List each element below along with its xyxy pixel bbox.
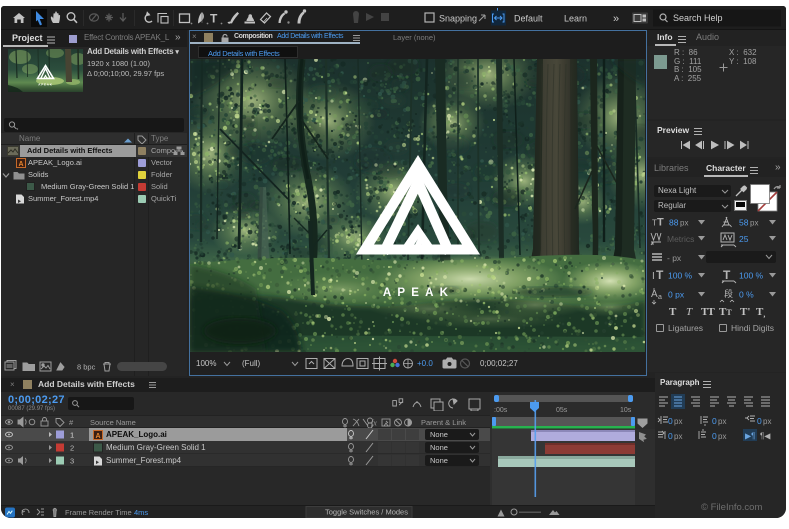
svg-text:T: T [657, 217, 664, 229]
svg-text::00s: :00s [494, 407, 508, 414]
svg-text:58: 58 [739, 218, 749, 228]
svg-text:Snapping: Snapping [439, 14, 477, 24]
svg-text:px: px [674, 432, 682, 441]
svg-text:3: 3 [70, 457, 74, 466]
svg-text:88: 88 [669, 218, 679, 228]
svg-text:100 %: 100 % [739, 271, 764, 281]
svg-text:(Full): (Full) [242, 359, 261, 368]
svg-text:8 bpc: 8 bpc [77, 363, 96, 372]
svg-text:#: # [69, 418, 74, 427]
svg-text:¶◀: ¶◀ [760, 432, 771, 441]
svg-text:0 %: 0 % [739, 290, 754, 300]
svg-text:APEAK: APEAK [383, 287, 454, 299]
svg-text:段: 段 [724, 288, 733, 299]
svg-text:Source Name: Source Name [90, 418, 136, 427]
svg-text:fx: fx [371, 419, 377, 428]
svg-text:0;00;02;27: 0;00;02;27 [480, 359, 518, 368]
svg-text:px: px [674, 417, 682, 426]
svg-text:»: » [613, 13, 619, 25]
svg-text:100%: 100% [196, 359, 216, 368]
svg-text:1: 1 [70, 431, 74, 440]
svg-text:2: 2 [70, 444, 74, 453]
svg-text:T: T [210, 12, 218, 26]
svg-text:px: px [718, 432, 726, 441]
svg-text:I: I [652, 271, 655, 282]
svg-text:Metrics: Metrics [667, 234, 694, 244]
svg-text:0: 0 [668, 416, 673, 426]
svg-text:0: 0 [668, 431, 673, 441]
svg-text:A: A [18, 161, 23, 168]
svg-text:Toggle Switches / Modes: Toggle Switches / Modes [325, 508, 408, 517]
svg-text:Learn: Learn [564, 14, 587, 24]
svg-text:- px: - px [667, 253, 682, 263]
svg-text:px: px [750, 219, 758, 228]
svg-text:25: 25 [739, 234, 749, 244]
svg-text:T: T [656, 268, 664, 282]
svg-text:05s: 05s [556, 407, 568, 414]
svg-text:A: A [651, 289, 658, 300]
svg-text:Parent & Link: Parent & Link [421, 418, 466, 427]
svg-text:0: 0 [712, 416, 717, 426]
svg-text:px: px [718, 417, 726, 426]
svg-text:0: 0 [712, 431, 717, 441]
svg-text:Search Help: Search Help [673, 13, 723, 23]
svg-text:A: A [95, 433, 100, 440]
svg-text:T: T [723, 268, 731, 282]
svg-text:10s: 10s [620, 407, 632, 414]
svg-text:a: a [658, 294, 662, 301]
svg-text:Frame Render Time: Frame Render Time [65, 508, 132, 517]
svg-text:100 %: 100 % [668, 271, 693, 281]
svg-text:px: px [680, 219, 688, 228]
svg-text:Default: Default [514, 14, 543, 24]
svg-text:px: px [763, 417, 771, 426]
svg-text:▶¶: ▶¶ [745, 432, 755, 441]
svg-text:0 px: 0 px [668, 290, 685, 300]
svg-text:+0.0: +0.0 [417, 359, 433, 368]
svg-text:4ms: 4ms [134, 508, 148, 517]
svg-text:APEAK: APEAK [38, 83, 53, 87]
svg-text:0: 0 [757, 416, 762, 426]
